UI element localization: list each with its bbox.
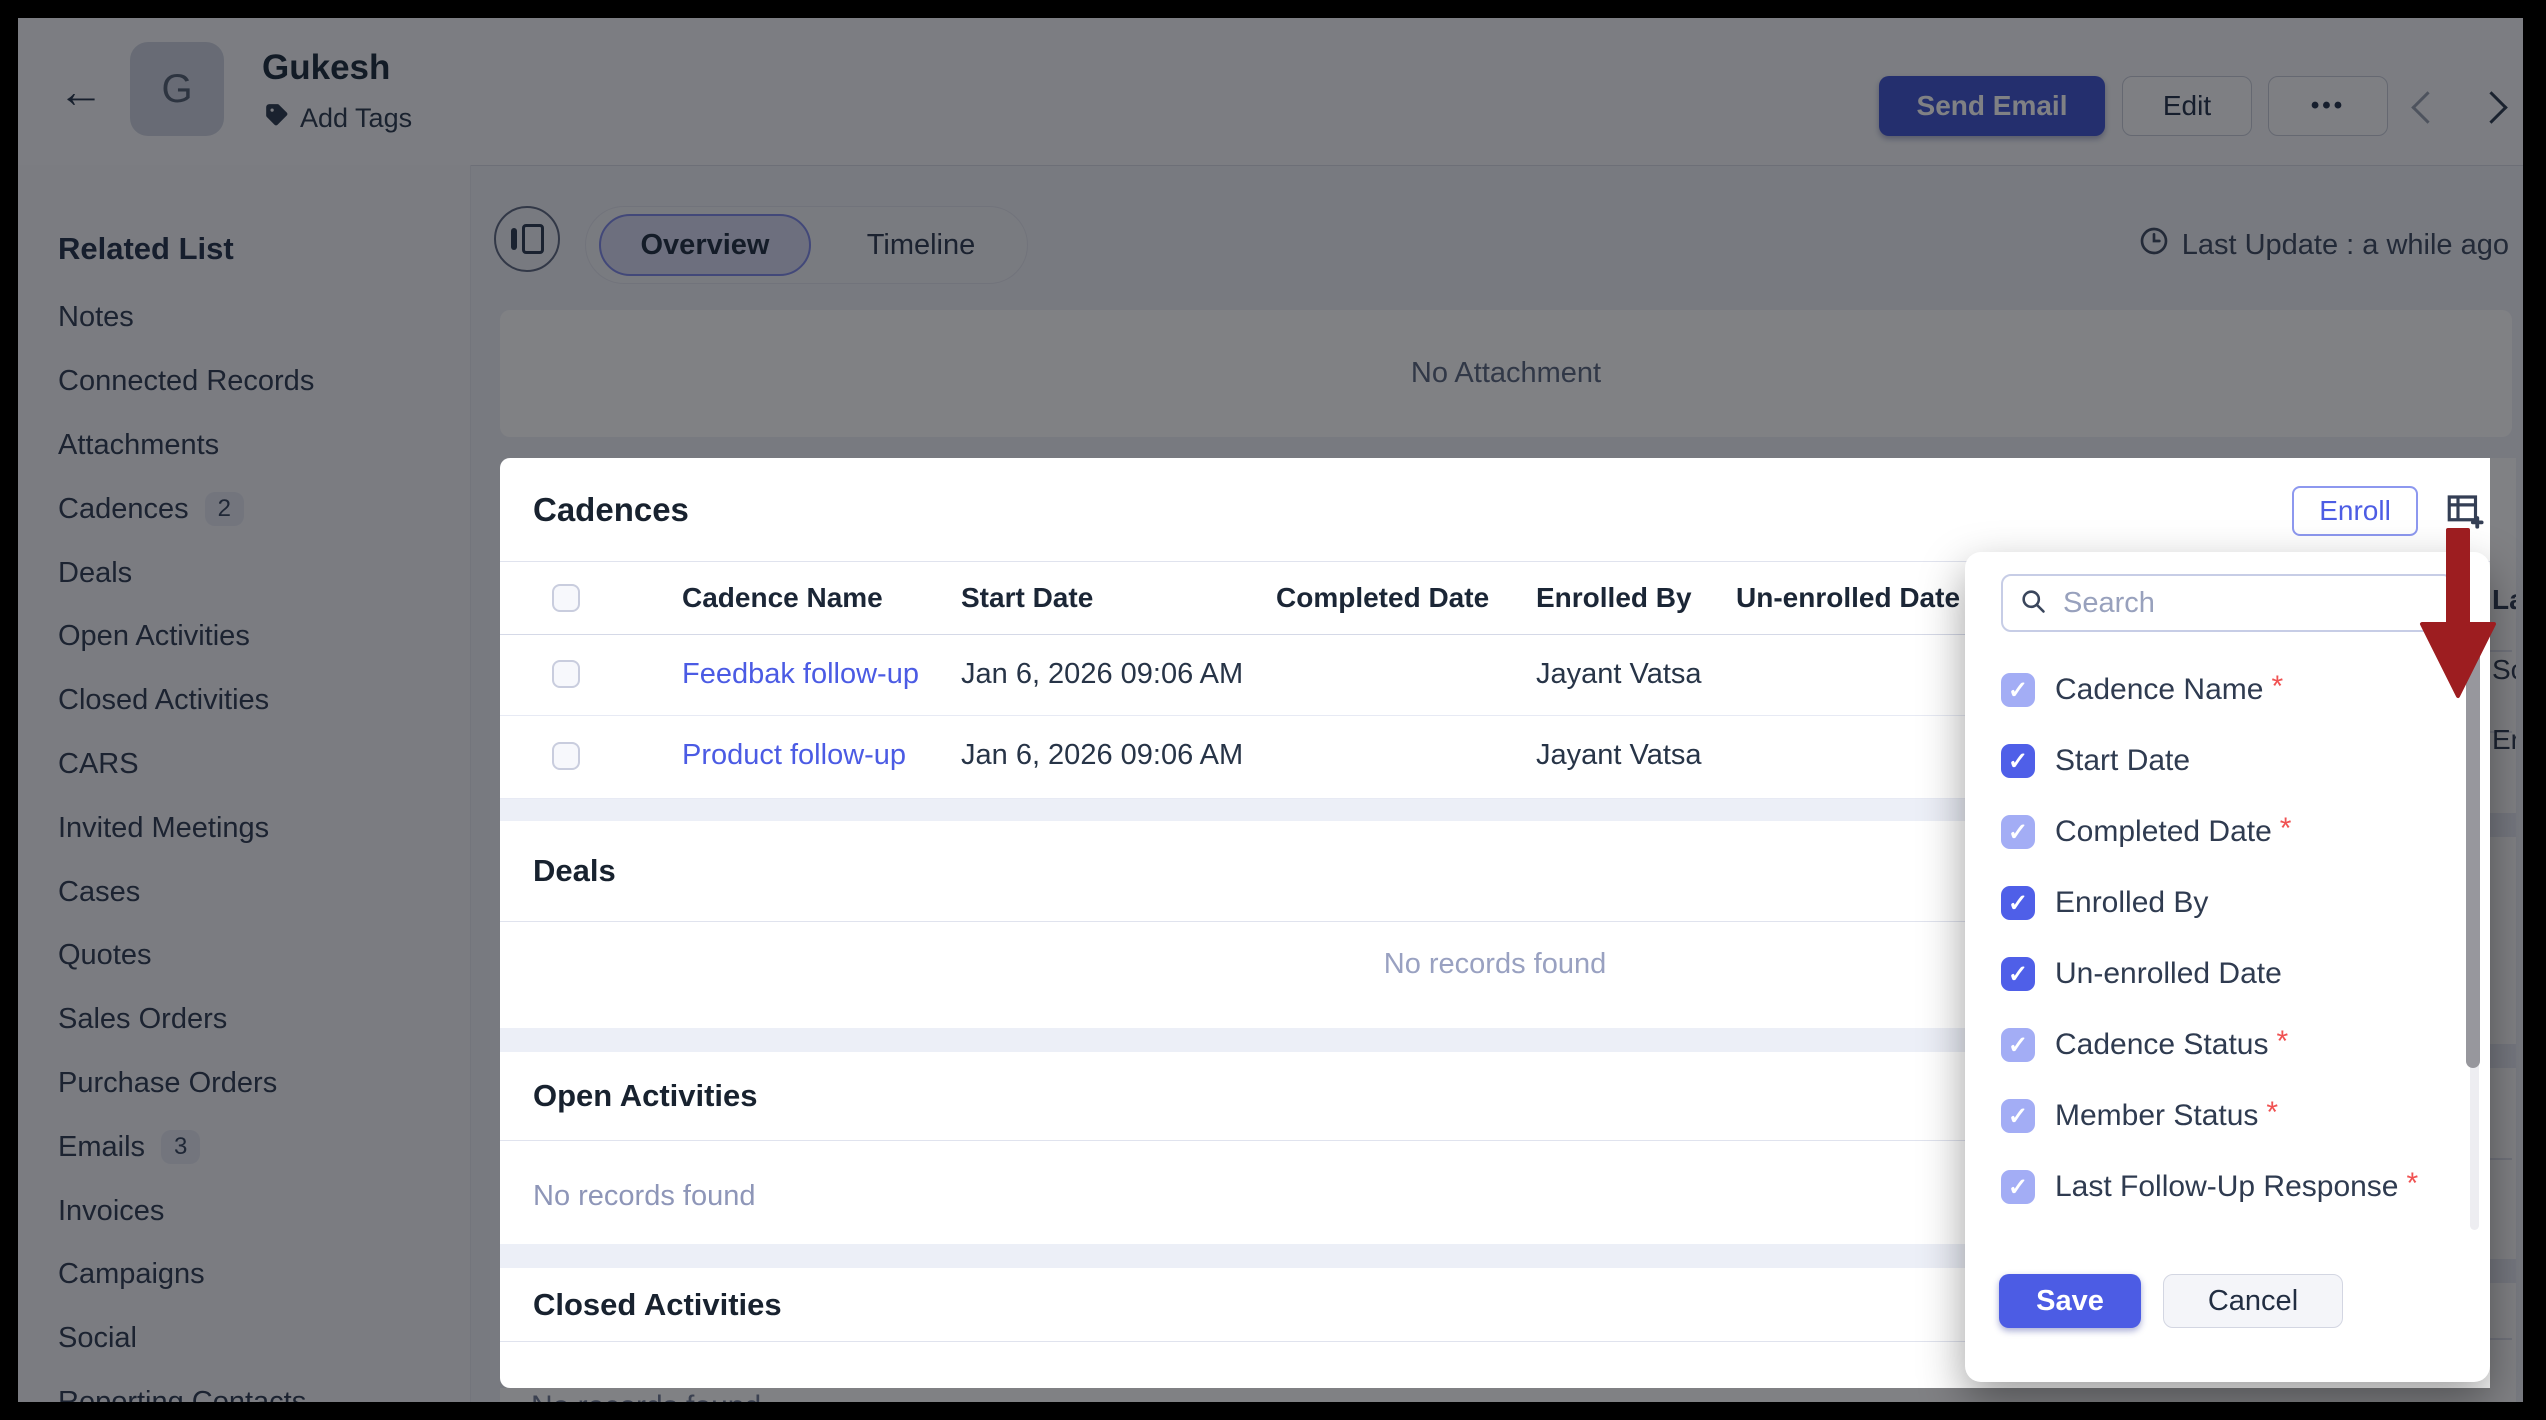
popup-search-box[interactable] [2001, 574, 2453, 632]
select-all-checkbox[interactable] [552, 584, 580, 612]
field-option-member-status[interactable]: ✓ Member Status* [2001, 1086, 2290, 1146]
cancel-button[interactable]: Cancel [2163, 1274, 2343, 1328]
checkbox-checked-icon[interactable]: ✓ [2001, 1170, 2035, 1204]
field-option-cadence-name[interactable]: ✓ Cadence Name* [2001, 660, 2295, 720]
row-checkbox[interactable] [552, 660, 580, 688]
checkbox-checked-icon[interactable]: ✓ [2001, 957, 2035, 991]
field-option-start-date[interactable]: ✓ Start Date [2001, 731, 2210, 791]
field-option-unenrolled-date[interactable]: ✓ Un-enrolled Date [2001, 944, 2302, 1004]
cadence-link[interactable]: Feedbak follow-up [682, 658, 919, 691]
checkbox-checked-icon[interactable]: ✓ [2001, 673, 2035, 707]
field-option-enrolled-by[interactable]: ✓ Enrolled By [2001, 873, 2228, 933]
cadences-section-header: Cadences [500, 458, 2490, 562]
search-icon [2019, 587, 2047, 620]
field-option-cadence-status[interactable]: ✓ Cadence Status* [2001, 1015, 2300, 1075]
save-button[interactable]: Save [1999, 1274, 2141, 1328]
field-option-last-follow-up-response[interactable]: ✓ Last Follow-Up Response* [2001, 1157, 2430, 1217]
checkbox-checked-icon[interactable]: ✓ [2001, 886, 2035, 920]
checkbox-checked-icon[interactable]: ✓ [2001, 815, 2035, 849]
search-input[interactable] [2061, 586, 2435, 621]
checkbox-checked-icon[interactable]: ✓ [2001, 744, 2035, 778]
checkbox-checked-icon[interactable]: ✓ [2001, 1099, 2035, 1133]
tutorial-arrow-icon [2406, 528, 2510, 705]
cadence-link[interactable]: Product follow-up [682, 739, 906, 772]
open-activities-empty-text: No records found [533, 1180, 755, 1213]
popup-scrollbar-thumb[interactable] [2466, 645, 2480, 1068]
checkbox-checked-icon[interactable]: ✓ [2001, 1028, 2035, 1062]
field-option-completed-date[interactable]: ✓ Completed Date* [2001, 802, 2303, 862]
enroll-button[interactable]: Enroll [2292, 486, 2418, 536]
manage-columns-icon[interactable] [2444, 490, 2486, 532]
row-checkbox[interactable] [552, 742, 580, 770]
